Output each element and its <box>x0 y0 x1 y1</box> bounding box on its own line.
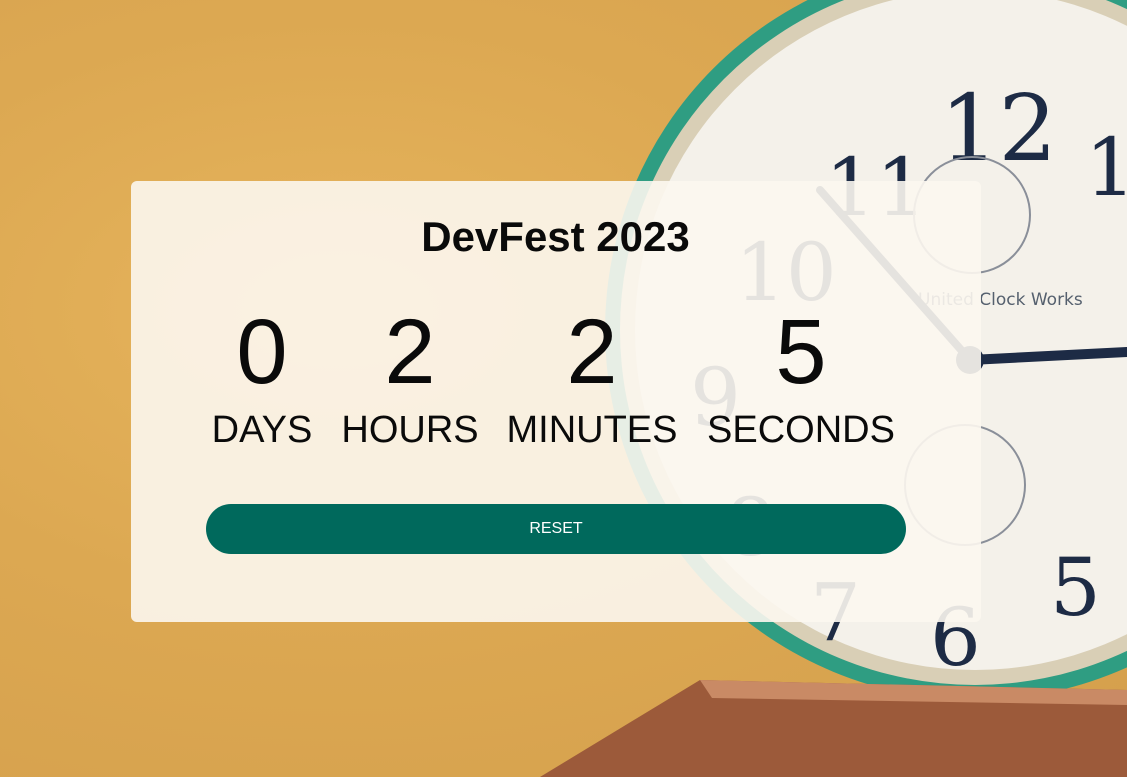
countdown-days: 0 DAYS <box>211 300 313 452</box>
hours-value: 2 <box>384 301 436 403</box>
hours-label: HOURS <box>341 409 479 451</box>
seconds-value: 5 <box>775 301 827 403</box>
page-background: 12 1 11 10 9 8 7 6 5 United Clock Works … <box>0 0 1127 777</box>
clock-numeral-1: 1 <box>1085 121 1127 214</box>
clock-numeral-5: 5 <box>1050 541 1101 634</box>
countdown-seconds: 5 SECONDS <box>706 300 896 452</box>
event-title: DevFest 2023 <box>421 213 690 260</box>
days-label: DAYS <box>211 409 313 451</box>
minutes-value: 2 <box>566 301 618 403</box>
reset-button[interactable]: RESET <box>206 504 906 554</box>
countdown-minutes: 2 MINUTES <box>506 300 678 452</box>
days-value: 0 <box>236 301 288 403</box>
seconds-label: SECONDS <box>707 409 895 451</box>
countdown-hours: 2 HOURS <box>341 300 479 452</box>
minutes-label: MINUTES <box>506 409 678 451</box>
clock-numeral-12: 12 <box>940 75 1057 182</box>
